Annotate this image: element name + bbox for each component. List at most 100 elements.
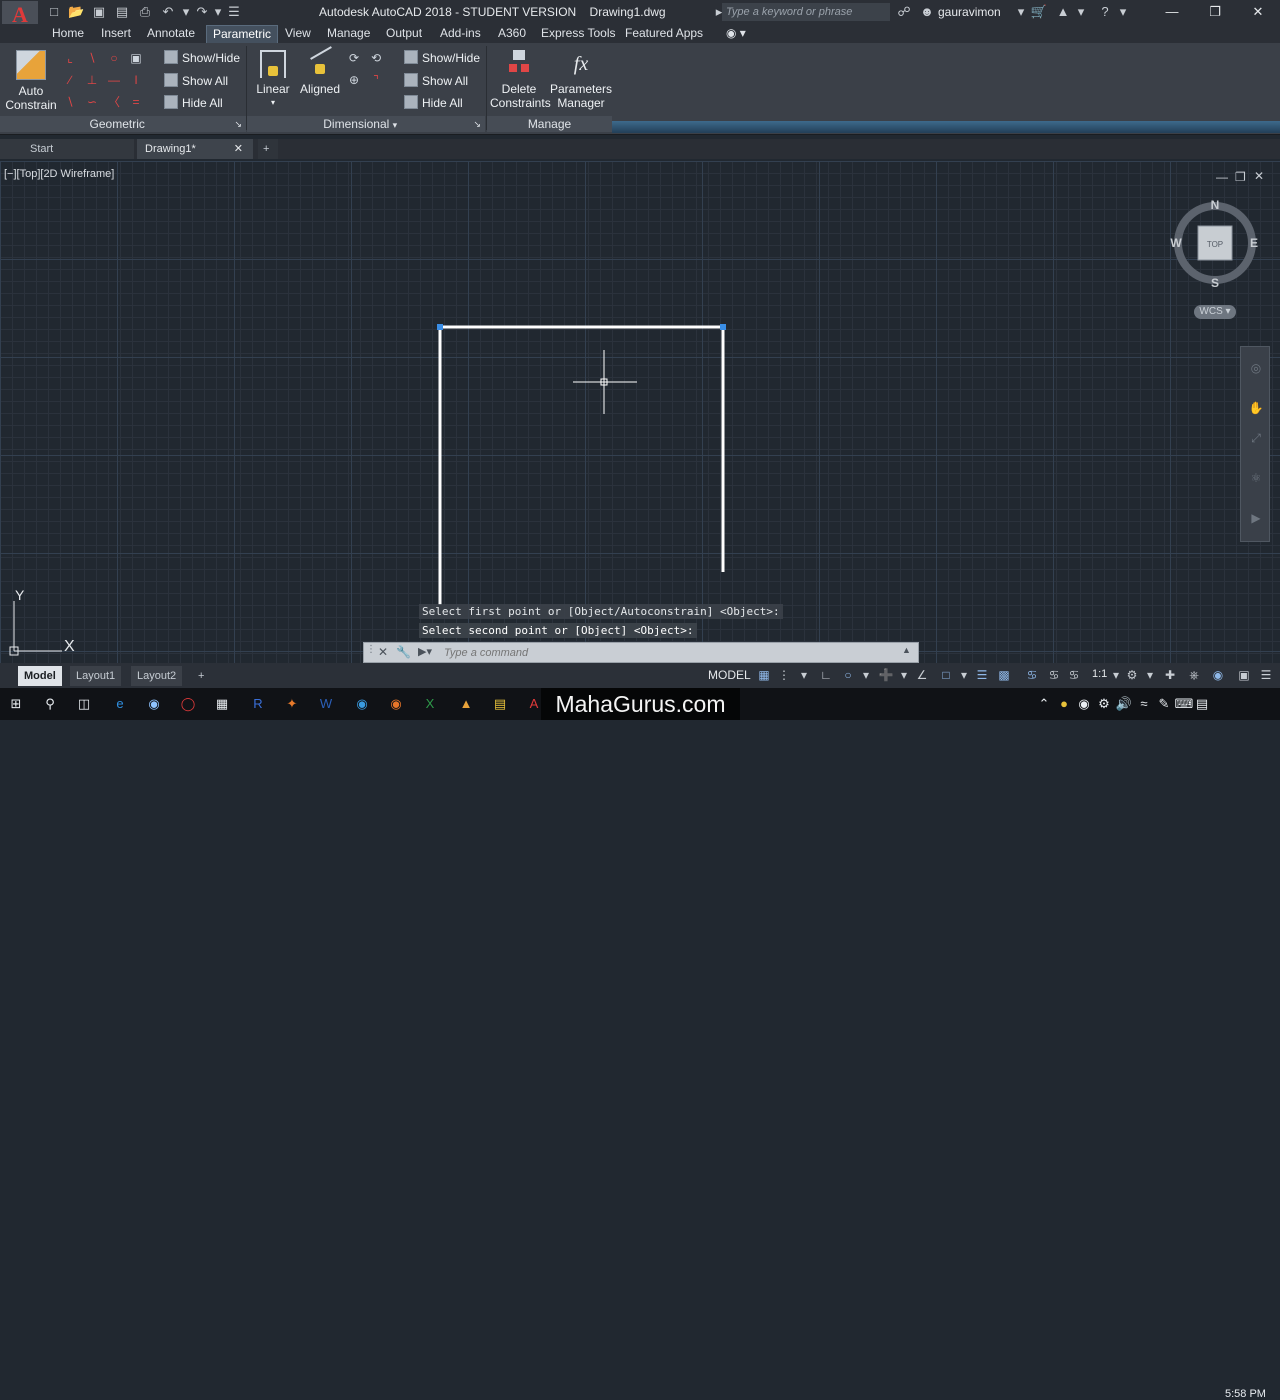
drawn-polyline[interactable] bbox=[438, 325, 725, 605]
redo-icon[interactable]: ↷ bbox=[194, 4, 210, 20]
customization-menu-icon[interactable]: ☰ bbox=[1258, 667, 1274, 683]
ortho-icon[interactable]: ∟ bbox=[818, 667, 834, 683]
show-hidden-icons-chevron[interactable]: ⌃ bbox=[1034, 694, 1054, 714]
ribbon-display-toggle-icon[interactable]: ◉ ▾ bbox=[720, 25, 752, 43]
tab-view[interactable]: View bbox=[279, 25, 317, 43]
dimensional-show-all-button[interactable]: Show All bbox=[404, 73, 468, 88]
tab-manage[interactable]: Manage bbox=[321, 25, 376, 43]
tab-express-tools[interactable]: Express Tools bbox=[535, 25, 621, 43]
action-center-icon[interactable]: ▤ bbox=[1192, 694, 1212, 714]
open-file-icon[interactable]: 📂 bbox=[68, 4, 84, 20]
user-name[interactable]: gauravimon bbox=[938, 5, 1001, 19]
endpoint-grip[interactable] bbox=[437, 324, 443, 330]
fix-constraint-icon[interactable]: ▣ bbox=[130, 52, 142, 64]
search-input[interactable]: Type a keyword or phrase bbox=[722, 3, 890, 21]
undo-icon[interactable]: ↶ bbox=[160, 4, 176, 20]
close-window-button[interactable]: ✕ bbox=[1236, 0, 1280, 24]
tangent-constraint-icon[interactable]: ∖ bbox=[64, 96, 76, 108]
print-icon[interactable]: ⎙ bbox=[137, 4, 153, 20]
excel-app-icon[interactable]: X bbox=[420, 694, 440, 714]
tab-annotate[interactable]: Annotate bbox=[141, 25, 201, 43]
workspace-gear-icon[interactable]: ⚙ bbox=[1124, 667, 1140, 683]
showmotion-icon[interactable]: ▶ bbox=[1247, 511, 1265, 529]
transparency-icon[interactable]: ▩ bbox=[996, 667, 1012, 683]
symmetric-constraint-icon[interactable]: 〈 bbox=[108, 96, 120, 108]
save-icon[interactable]: ▣ bbox=[91, 4, 107, 20]
clean-screen-icon[interactable]: ▣ bbox=[1236, 667, 1252, 683]
keyboard-icon[interactable]: ⌨ bbox=[1174, 694, 1194, 714]
annotation-scale-value[interactable]: 1:1 bbox=[1092, 668, 1107, 680]
new-tab-button[interactable]: + bbox=[258, 139, 278, 159]
object-snap-tracking-icon[interactable]: ∠ bbox=[914, 667, 930, 683]
orbit-icon[interactable]: ⚛ bbox=[1247, 471, 1265, 489]
taskbar-search-icon[interactable]: ⚲ bbox=[40, 694, 60, 714]
geometric-show-all-button[interactable]: Show All bbox=[164, 73, 228, 88]
polar-dropdown-icon[interactable]: ▾ bbox=[858, 667, 874, 683]
help-icon[interactable]: ? bbox=[1096, 3, 1114, 21]
tab-home[interactable]: Home bbox=[46, 25, 90, 43]
calculator-icon[interactable]: ▦ bbox=[212, 694, 232, 714]
viewport-controls-label[interactable]: [−][Top][2D Wireframe] bbox=[4, 168, 114, 180]
user-icon[interactable]: ☻ bbox=[918, 3, 936, 21]
binoculars-icon[interactable]: ☍ bbox=[895, 3, 913, 21]
perpendicular-constraint-icon[interactable]: ⊥ bbox=[86, 74, 98, 86]
isometric-icon[interactable]: ➕ bbox=[878, 667, 894, 683]
taskbar-clock[interactable]: 5:58 PM bbox=[1225, 1388, 1266, 1400]
doc-tab-drawing1[interactable]: Drawing1* ✕ bbox=[137, 139, 253, 159]
convert-dimension-icon[interactable]: ⌝ bbox=[370, 74, 382, 86]
delete-constraints-button[interactable]: Delete Constraints bbox=[490, 50, 551, 110]
tab-insert[interactable]: Insert bbox=[95, 25, 137, 43]
equal-constraint-icon[interactable]: = bbox=[130, 96, 142, 108]
annotation-scale-icon[interactable]: ♋ bbox=[1066, 667, 1082, 683]
wcs-menu-button[interactable]: WCS ▾ bbox=[1194, 305, 1236, 319]
quick-access-menu-icon[interactable]: ☰ bbox=[226, 4, 242, 20]
lineweight-icon[interactable]: ☰ bbox=[974, 667, 990, 683]
vertical-constraint-icon[interactable]: ǀ bbox=[130, 74, 142, 86]
steering-wheel-icon[interactable]: ◎ bbox=[1247, 361, 1265, 379]
model-space-toggle[interactable]: MODEL bbox=[708, 668, 751, 682]
file-explorer-icon[interactable]: ▤ bbox=[490, 694, 510, 714]
tab-a360[interactable]: A360 bbox=[492, 25, 532, 43]
auto-constrain-button[interactable]: Auto Constrain bbox=[4, 50, 58, 112]
exchange-dropdown-icon[interactable]: ▾ bbox=[1072, 3, 1090, 21]
tray-app-icon[interactable]: ◉ bbox=[1074, 694, 1094, 714]
layout-tab-layout2[interactable]: Layout2 bbox=[131, 666, 183, 686]
vlc-player-icon[interactable]: ▲ bbox=[456, 694, 476, 714]
pen-workspace-icon[interactable]: ✎ bbox=[1154, 694, 1174, 714]
windows-start-icon[interactable]: ⊞ bbox=[6, 694, 26, 714]
exchange-apps-icon[interactable]: ▲ bbox=[1054, 3, 1072, 21]
manage-panel-title[interactable]: Manage bbox=[487, 116, 612, 132]
speaker-icon[interactable]: 🔊 bbox=[1114, 694, 1134, 714]
diameter-dimension-icon[interactable]: ⊕ bbox=[348, 74, 360, 86]
geometric-panel-title[interactable]: Geometric ↘ bbox=[0, 116, 246, 132]
workspace-dropdown-icon[interactable]: ▾ bbox=[1142, 667, 1158, 683]
cart-icon[interactable]: 🛒 bbox=[1030, 3, 1048, 21]
auto-scale-icon[interactable]: ♋ bbox=[1046, 667, 1062, 683]
tray-app-icon[interactable]: ⚙ bbox=[1094, 694, 1114, 714]
grid-icon[interactable]: ▦ bbox=[756, 667, 772, 683]
snap-dropdown-icon[interactable]: ▾ bbox=[796, 667, 812, 683]
add-layout-button[interactable]: + bbox=[192, 666, 210, 686]
aligned-dimension-button[interactable]: Aligned bbox=[298, 46, 342, 96]
globe-app-icon[interactable]: ◉ bbox=[144, 694, 164, 714]
radial-dimension-icon[interactable]: ⟲ bbox=[370, 52, 382, 64]
viewport-close-icon[interactable]: ✕ bbox=[1254, 169, 1264, 183]
tab-featured-apps[interactable]: Featured Apps bbox=[619, 25, 709, 43]
network-wifi-icon[interactable]: ≈ bbox=[1134, 694, 1154, 714]
annotation-visibility-icon[interactable]: ♋ bbox=[1024, 667, 1040, 683]
command-input[interactable] bbox=[444, 645, 904, 660]
customize-wrench-icon[interactable]: 🔧 bbox=[396, 645, 411, 660]
dimensional-hide-all-button[interactable]: Hide All bbox=[404, 95, 463, 110]
annotation-monitor-icon[interactable]: ✚ bbox=[1162, 667, 1178, 683]
app-taskbar-icon[interactable]: ✦ bbox=[282, 694, 302, 714]
viewcube[interactable]: TOP N S E W bbox=[1166, 195, 1264, 293]
geometric-hide-all-button[interactable]: Hide All bbox=[164, 95, 223, 110]
word-app-icon[interactable]: W bbox=[316, 694, 336, 714]
linear-dimension-button[interactable]: Linear ▾ bbox=[254, 50, 292, 110]
command-grip-handle[interactable]: ⋮ bbox=[366, 644, 376, 661]
user-dropdown-icon[interactable]: ▾ bbox=[1012, 3, 1030, 21]
isometric-dropdown-icon[interactable]: ▾ bbox=[896, 667, 912, 683]
command-history-expand-icon[interactable]: ▲ bbox=[902, 645, 914, 660]
parameters-manager-button[interactable]: fx Parameters Manager bbox=[550, 50, 612, 110]
new-file-icon[interactable]: □ bbox=[46, 4, 62, 20]
